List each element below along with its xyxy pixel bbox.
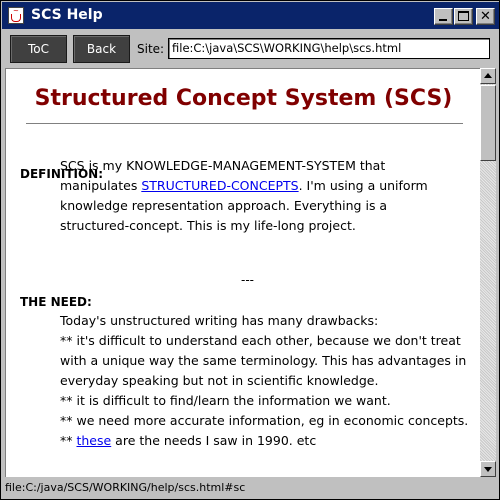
toc-button[interactable]: ToC [10,35,67,63]
site-url-field[interactable]: file:C:\java\SCS\WORKING\help\scs.html [168,38,490,59]
text-span: manipulates [60,178,142,193]
definition-paragraph: SCS is my KNOWLEDGE-MANAGEMENT-SYSTEM th… [60,156,475,236]
need-paragraph: Today's unstructured writing has many dr… [60,311,475,451]
definition-line: knowledge representation approach. Every… [60,198,388,213]
text-span: ** [60,433,77,448]
arrow-down-icon [484,467,492,472]
close-button[interactable]: ✕ [476,8,495,25]
text-span: . I'm using a uniform [298,178,428,193]
vertical-scrollbar[interactable] [480,68,496,477]
minimize-icon [439,19,447,21]
status-bar: file:C:/java/SCS/WORKING/help/scs.html#s… [2,478,499,499]
definition-line: manipulates STRUCTURED-CONCEPTS. I'm usi… [60,176,475,196]
arrow-up-icon [484,73,492,78]
section-separator: --- [241,273,254,287]
scroll-thumb[interactable] [480,85,496,161]
need-line: ** we need more accurate information, eg… [60,413,469,428]
scroll-down-button[interactable] [480,461,496,477]
scroll-up-button[interactable] [480,68,496,84]
need-line: with a unique way the same terminology. … [60,353,467,368]
maximize-button[interactable] [454,8,473,25]
help-window: ~ SCS Help ✕ ToC Back Site: file:C:\java… [0,0,500,500]
need-line: ** these are the needs I saw in 1990. et… [60,431,475,451]
title-bar[interactable]: ~ SCS Help ✕ [2,2,499,29]
java-cup-icon[interactable]: ~ [8,7,24,24]
back-button[interactable]: Back [73,35,130,63]
page-title: Structured Concept System (SCS) [34,86,453,111]
these-link[interactable]: these [76,433,111,448]
window-title: SCS Help [31,7,103,23]
text-span: are the needs I saw in 1990. etc [111,433,317,448]
close-icon: ✕ [480,9,491,24]
need-line: everyday speaking but not in scientific … [60,373,379,388]
definition-line: SCS is my KNOWLEDGE-MANAGEMENT-SYSTEM th… [60,158,386,173]
need-heading: THE NEED: [20,295,92,309]
maximize-icon [458,11,469,21]
need-line: Today's unstructured writing has many dr… [60,313,379,328]
site-label: Site: [137,42,165,56]
need-line: ** it's difficult to understand each oth… [60,333,461,348]
minimize-button[interactable] [434,8,453,25]
help-content: Structured Concept System (SCS) DEFINITI… [5,68,480,477]
structured-concepts-link[interactable]: STRUCTURED-CONCEPTS [141,178,298,193]
title-divider [26,123,463,125]
toolbar: ToC Back Site: file:C:\java\SCS\WORKING\… [2,30,499,66]
definition-line: structured-concept. This is my life-long… [60,218,356,233]
need-line: ** it is difficult to find/learn the inf… [60,393,391,408]
